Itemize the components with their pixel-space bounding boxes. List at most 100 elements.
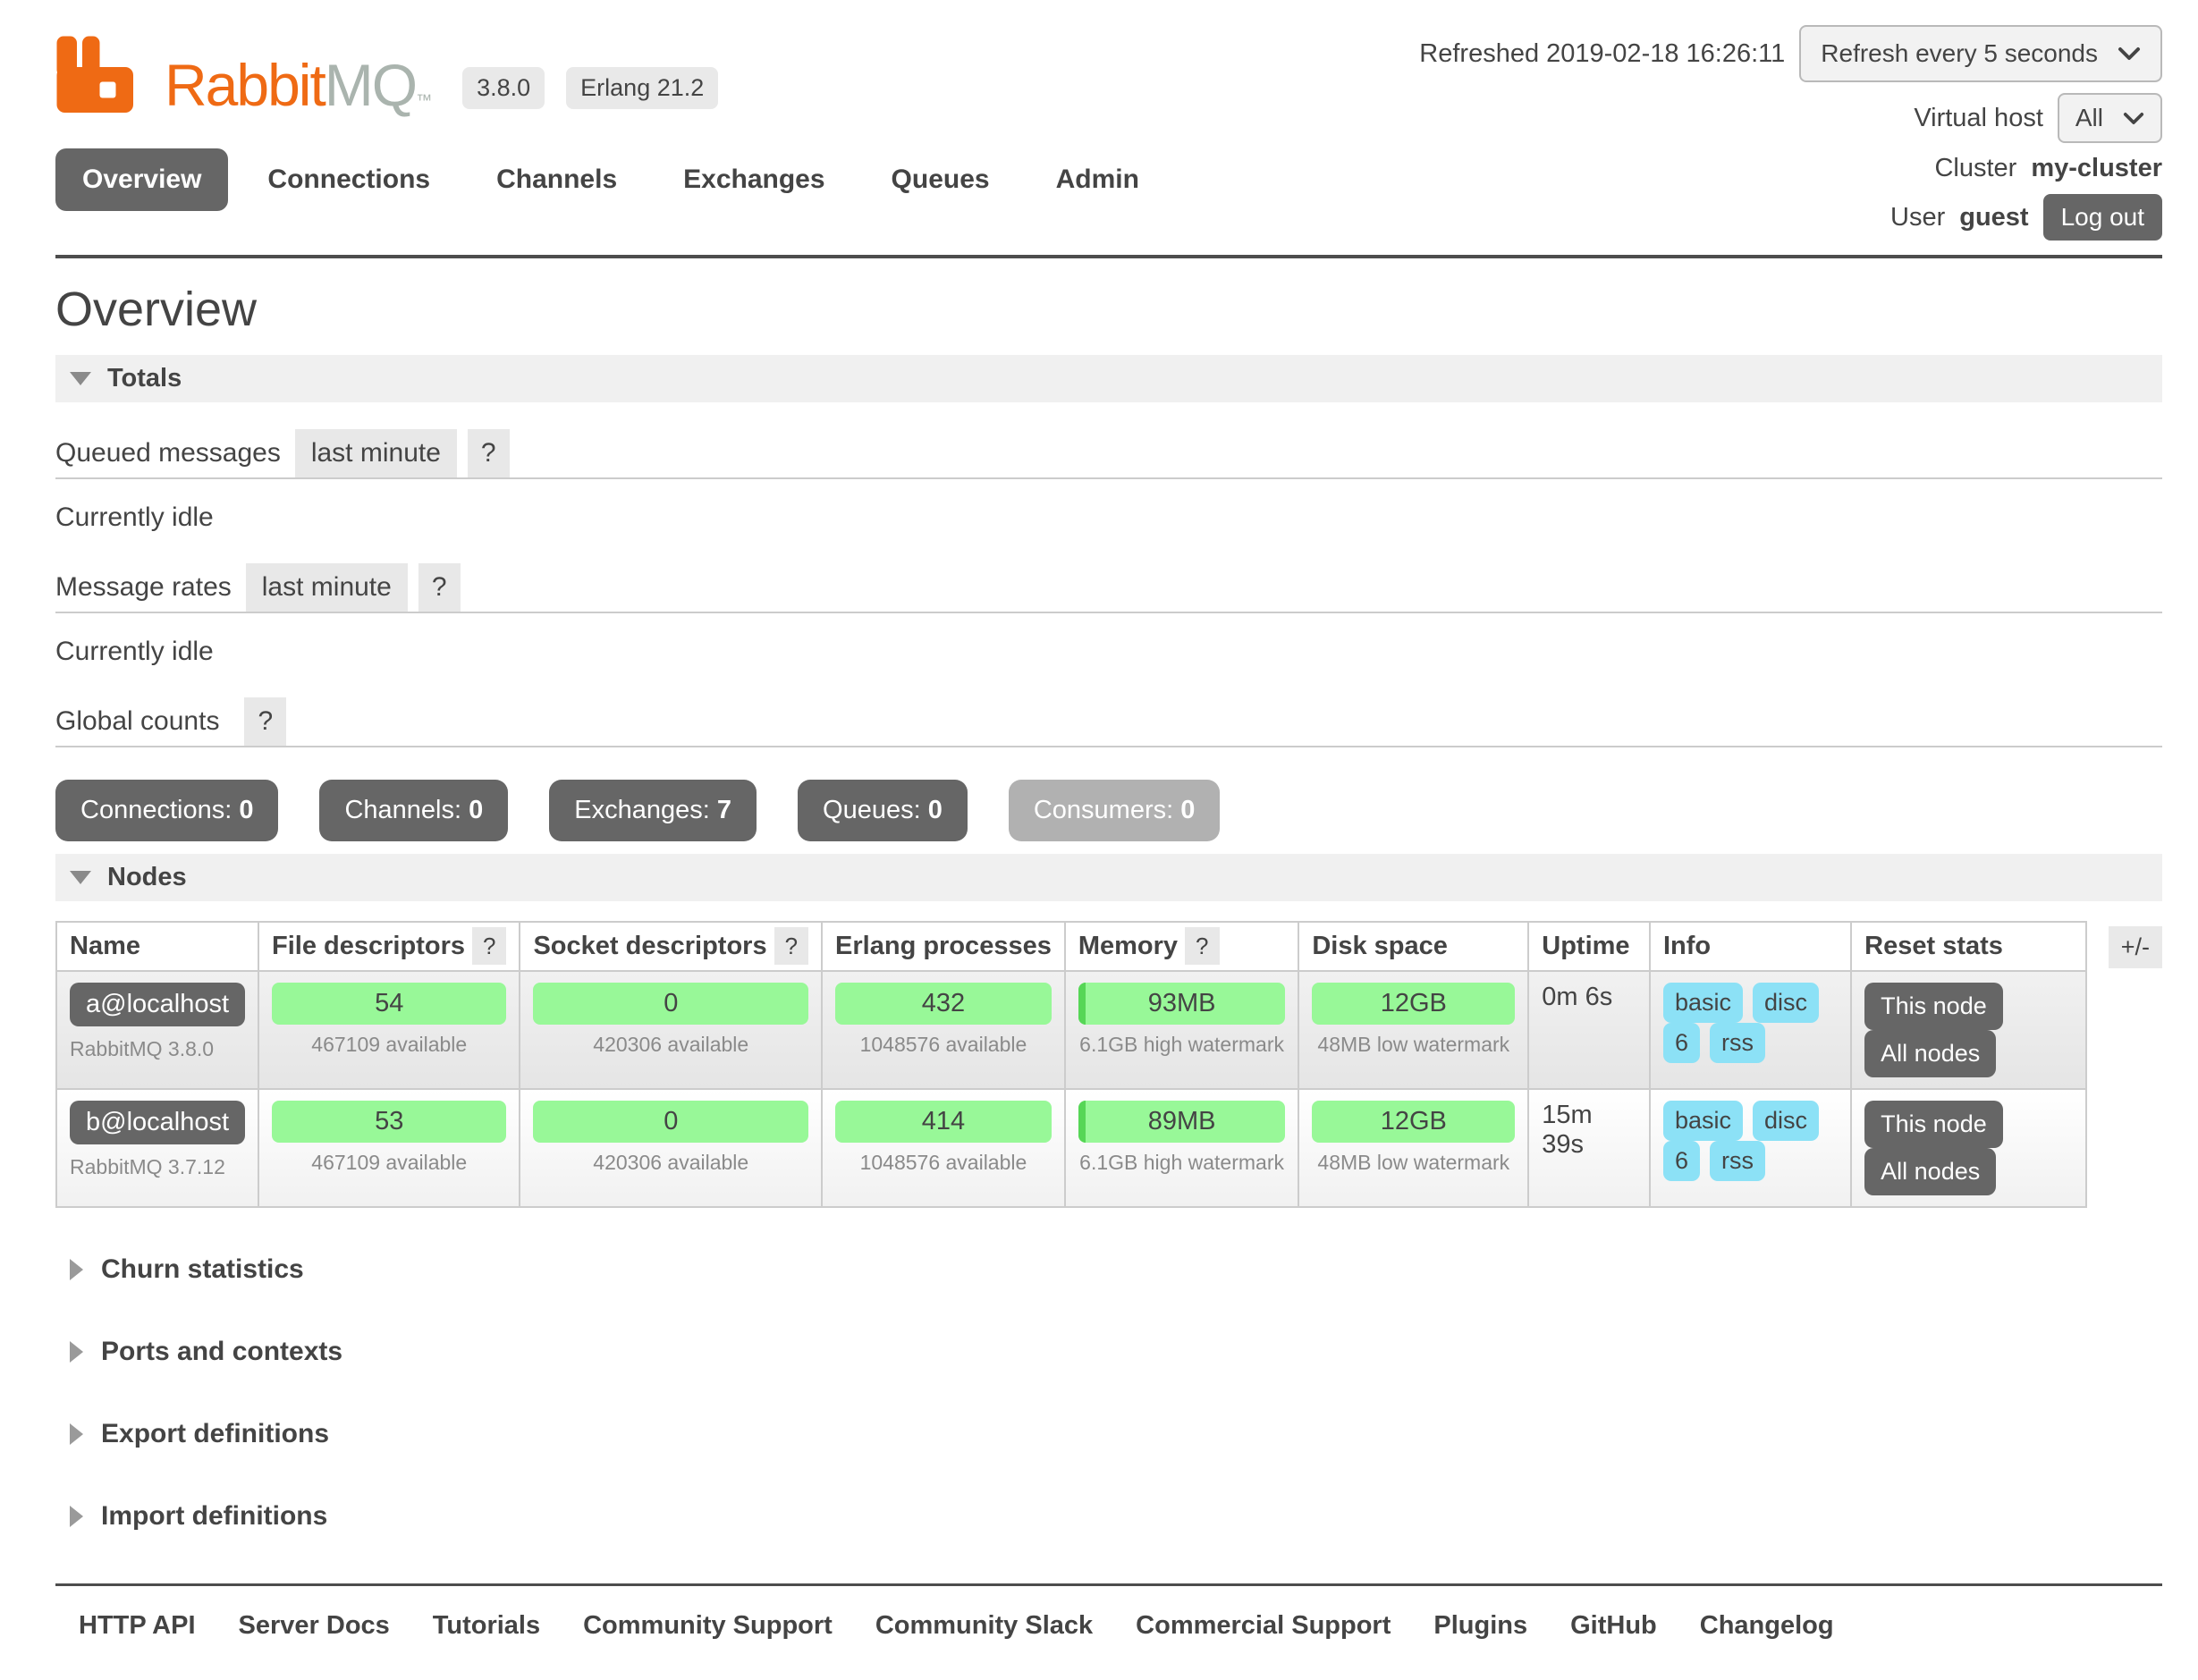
footer-link-github[interactable]: GitHub bbox=[1570, 1611, 1657, 1641]
info-badge-rss: rss bbox=[1710, 1141, 1765, 1181]
memory-bar: 93MB bbox=[1078, 983, 1285, 1025]
logo[interactable]: RabbitMQ™ 3.8.0 Erlang 21.2 bbox=[55, 20, 1166, 118]
footer-link-commercial-support[interactable]: Commercial Support bbox=[1136, 1611, 1391, 1641]
col-reset-stats: Reset stats bbox=[1851, 922, 2086, 971]
expand-triangle-icon bbox=[70, 1423, 83, 1445]
reset-this-node-button[interactable]: This node bbox=[1864, 983, 2003, 1030]
socket-descriptors-available: 420306 available bbox=[533, 1151, 808, 1175]
tab-exchanges[interactable]: Exchanges bbox=[656, 148, 851, 211]
tab-channels[interactable]: Channels bbox=[469, 148, 644, 211]
tab-connections[interactable]: Connections bbox=[241, 148, 457, 211]
expand-triangle-icon bbox=[70, 1506, 83, 1527]
erlang-badge: Erlang 21.2 bbox=[566, 67, 718, 109]
channels-count-button[interactable]: Channels: 0 bbox=[319, 780, 508, 841]
logout-button[interactable]: Log out bbox=[2043, 194, 2162, 241]
info-badge-basic: basic bbox=[1663, 983, 1743, 1023]
reset-all-nodes-button[interactable]: All nodes bbox=[1864, 1030, 1996, 1077]
user-row: User guest Log out bbox=[1890, 194, 2162, 241]
ports-and-contexts-section-header[interactable]: Ports and contexts bbox=[55, 1337, 2162, 1367]
file-descriptors-cell: 54 467109 available bbox=[258, 971, 520, 1089]
memory-help-icon[interactable]: ? bbox=[1185, 927, 1219, 965]
collapse-triangle-icon bbox=[70, 372, 91, 385]
brand-rabbit: Rabbit bbox=[165, 52, 325, 118]
refresh-interval-value: Refresh every 5 seconds bbox=[1821, 39, 2098, 68]
reset-all-nodes-button[interactable]: All nodes bbox=[1864, 1148, 1996, 1195]
socket-descriptors-cell: 0 420306 available bbox=[520, 971, 822, 1089]
disk-space-cell: 12GB 48MB low watermark bbox=[1298, 971, 1528, 1089]
totals-section-title: Totals bbox=[107, 364, 182, 393]
erlang-processes-bar: 414 bbox=[835, 1101, 1052, 1143]
header-left: RabbitMQ™ 3.8.0 Erlang 21.2 Overview Con… bbox=[55, 20, 1166, 211]
exchanges-count-button[interactable]: Exchanges: 7 bbox=[549, 780, 757, 841]
socket-descriptors-help-icon[interactable]: ? bbox=[774, 927, 808, 965]
footer-link-tutorials[interactable]: Tutorials bbox=[433, 1611, 540, 1641]
socket-descriptors-available: 420306 available bbox=[533, 1033, 808, 1057]
info-badge-stats-level: 6 bbox=[1663, 1023, 1700, 1063]
churn-statistics-section-header[interactable]: Churn statistics bbox=[55, 1254, 2162, 1285]
virtual-host-label: Virtual host bbox=[1914, 104, 2043, 133]
global-counts-subhead: Global counts ? bbox=[55, 697, 2162, 747]
chevron-down-icon bbox=[2118, 46, 2141, 61]
node-name-badge[interactable]: a@localhost bbox=[70, 983, 245, 1026]
export-definitions-section-header[interactable]: Export definitions bbox=[55, 1419, 2162, 1449]
queued-messages-help-icon[interactable]: ? bbox=[468, 429, 510, 477]
footer-link-plugins[interactable]: Plugins bbox=[1433, 1611, 1527, 1641]
import-definitions-section-header[interactable]: Import definitions bbox=[55, 1501, 2162, 1532]
virtual-host-value: All bbox=[2075, 104, 2103, 132]
nodes-table-wrap: Name File descriptors? Socket descriptor… bbox=[55, 921, 2162, 1208]
file-descriptors-help-icon[interactable]: ? bbox=[472, 927, 506, 965]
version-badge: 3.8.0 bbox=[462, 67, 545, 109]
cluster-row: Cluster my-cluster bbox=[1934, 154, 2162, 183]
erlang-processes-bar: 432 bbox=[835, 983, 1052, 1025]
header-badges: 3.8.0 Erlang 21.2 bbox=[462, 67, 718, 118]
page-title: Overview bbox=[55, 282, 2162, 337]
erlang-processes-cell: 432 1048576 available bbox=[822, 971, 1065, 1089]
queued-messages-range-tab[interactable]: last minute bbox=[295, 429, 457, 477]
tab-queues[interactable]: Queues bbox=[865, 148, 1017, 211]
virtual-host-select[interactable]: All bbox=[2058, 93, 2162, 143]
user-name: guest bbox=[1959, 203, 2028, 232]
node-name-badge[interactable]: b@localhost bbox=[70, 1101, 245, 1144]
collapsed-sections: Churn statistics Ports and contexts Expo… bbox=[55, 1254, 2162, 1532]
tab-admin[interactable]: Admin bbox=[1029, 148, 1166, 211]
global-counts-buttons: Connections: 0 Channels: 0 Exchanges: 7 … bbox=[55, 780, 2162, 841]
info-badge-stats-level: 6 bbox=[1663, 1141, 1700, 1181]
socket-descriptors-bar: 0 bbox=[533, 1101, 808, 1143]
refresh-interval-select[interactable]: Refresh every 5 seconds bbox=[1799, 25, 2162, 82]
file-descriptors-bar: 54 bbox=[272, 983, 506, 1025]
message-rates-help-icon[interactable]: ? bbox=[418, 563, 461, 612]
footer-link-server-docs[interactable]: Server Docs bbox=[239, 1611, 390, 1641]
col-uptime: Uptime bbox=[1528, 922, 1650, 971]
file-descriptors-available: 467109 available bbox=[272, 1151, 506, 1175]
global-counts-help-icon[interactable]: ? bbox=[244, 697, 286, 746]
connections-count-button[interactable]: Connections: 0 bbox=[55, 780, 278, 841]
info-badge-rss: rss bbox=[1710, 1023, 1765, 1063]
col-info: Info bbox=[1650, 922, 1851, 971]
export-definitions-title: Export definitions bbox=[101, 1419, 329, 1449]
column-toggle-button[interactable]: +/- bbox=[2109, 926, 2162, 968]
tab-overview[interactable]: Overview bbox=[55, 148, 228, 211]
footer-link-community-support[interactable]: Community Support bbox=[583, 1611, 833, 1641]
reset-this-node-button[interactable]: This node bbox=[1864, 1101, 2003, 1148]
footer-link-http-api[interactable]: HTTP API bbox=[79, 1611, 196, 1641]
disk-space-watermark: 48MB low watermark bbox=[1312, 1151, 1515, 1175]
expand-triangle-icon bbox=[70, 1341, 83, 1363]
node-name-cell: b@localhost RabbitMQ 3.7.12 bbox=[56, 1089, 258, 1207]
footer-links: HTTP API Server Docs Tutorials Community… bbox=[55, 1586, 2162, 1680]
info-cell: basicdisc 6rss bbox=[1650, 1089, 1851, 1207]
queues-count-button[interactable]: Queues: 0 bbox=[798, 780, 968, 841]
info-badge-basic: basic bbox=[1663, 1101, 1743, 1141]
memory-cell: 93MB 6.1GB high watermark bbox=[1065, 971, 1298, 1089]
nodes-section-header[interactable]: Nodes bbox=[55, 854, 2162, 901]
totals-section-header[interactable]: Totals bbox=[55, 355, 2162, 402]
user-label: User bbox=[1890, 203, 1945, 232]
ports-and-contexts-title: Ports and contexts bbox=[101, 1337, 342, 1367]
footer-link-community-slack[interactable]: Community Slack bbox=[875, 1611, 1093, 1641]
footer-link-changelog[interactable]: Changelog bbox=[1700, 1611, 1834, 1641]
info-badge-disc: disc bbox=[1753, 1101, 1819, 1141]
rabbitmq-logo-icon bbox=[55, 32, 141, 118]
refreshed-timestamp: Refreshed 2019-02-18 16:26:11 bbox=[1419, 39, 1785, 69]
global-counts-label: Global counts bbox=[55, 706, 219, 746]
message-rates-range-tab[interactable]: last minute bbox=[246, 563, 408, 612]
consumers-count-button: Consumers: 0 bbox=[1009, 780, 1221, 841]
